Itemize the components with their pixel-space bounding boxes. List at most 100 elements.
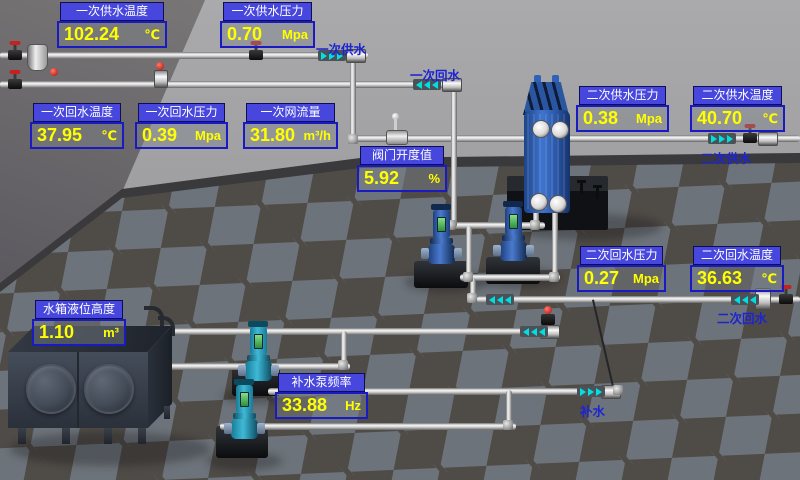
pipe-primary-supply xyxy=(0,52,368,59)
gauge-secondary-return-pressure: 二次回水压力 0.27 Mpa xyxy=(577,246,666,292)
gauge-primary-supply-pressure: 一次供水压力 0.70Mpa xyxy=(220,2,315,48)
flow-arrows-left xyxy=(731,294,759,305)
gauge-title: 一次供水压力 xyxy=(223,2,312,21)
gauge-dot xyxy=(50,68,58,76)
gauge-value-box: 31.80m³/h xyxy=(243,122,338,149)
gauge-title: 二次供水压力 xyxy=(579,86,666,105)
secondary-return-valve[interactable] xyxy=(779,294,793,304)
pipe-primary-return xyxy=(0,81,462,88)
exchanger-port xyxy=(549,195,567,213)
circulation-pump-2[interactable] xyxy=(499,201,527,261)
gauge-value: 0.27 xyxy=(584,268,619,289)
gauge-unit: m³/h xyxy=(300,128,331,143)
gauge-unit: Mpa xyxy=(191,128,221,143)
gauge-value-box: 40.70℃ xyxy=(690,105,785,132)
tank-manhole xyxy=(84,364,134,414)
pump-motor xyxy=(250,327,267,355)
gauge-primary-supply-temp: 一次供水温度 102.24℃ xyxy=(57,2,167,48)
gauge-title: 一次回水温度 xyxy=(33,103,121,122)
pump-motor xyxy=(433,210,450,238)
gauge-value: 33.88 xyxy=(282,395,327,416)
pump-indicator xyxy=(240,392,249,407)
pipe-tank-return xyxy=(148,328,558,335)
pipe-segment xyxy=(552,206,558,280)
pipe-elbow xyxy=(549,272,559,282)
gauge-value-box: 0.27 Mpa xyxy=(577,265,666,292)
gauge-title: 水箱液位高度 xyxy=(35,300,123,319)
gauge-title: 二次回水温度 xyxy=(693,246,781,265)
strainer-filter[interactable] xyxy=(27,44,48,71)
tank-leg xyxy=(104,428,112,444)
pipe-elbow xyxy=(530,220,540,230)
gauge-value: 0.70 xyxy=(227,24,262,45)
gauge-secondary-supply-pressure: 二次供水压力 0.38Mpa xyxy=(576,86,669,132)
gauge-unit: m³ xyxy=(99,325,119,340)
gauge-value-box: 33.88Hz xyxy=(275,392,368,419)
secondary-supply-valve[interactable] xyxy=(743,133,757,143)
gauge-value-box: 0.39 Mpa xyxy=(135,122,228,149)
pump-volute xyxy=(245,361,272,381)
flow-arrows-left xyxy=(486,294,514,305)
pump-volute xyxy=(231,419,258,439)
gauge-value: 40.70 xyxy=(697,108,742,129)
pump-motor xyxy=(505,207,522,235)
gauge-value-box: 0.70Mpa xyxy=(220,21,315,48)
gauge-dot xyxy=(156,62,164,70)
pump-indicator xyxy=(437,217,446,232)
shutoff-valve[interactable] xyxy=(249,50,263,60)
gauge-value: 0.38 xyxy=(583,108,618,129)
gauge-value-box: 0.38Mpa xyxy=(576,105,669,132)
exchanger-port xyxy=(530,193,548,211)
pump-indicator xyxy=(254,334,263,349)
gauge-value-box: 5.92% xyxy=(357,165,447,192)
gauge-value: 5.92 xyxy=(364,168,399,189)
tank-manhole xyxy=(26,364,76,414)
gauge-value: 0.39 xyxy=(142,125,177,146)
gauge-unit: ℃ xyxy=(97,128,117,144)
pump-volute xyxy=(500,241,527,261)
shutoff-valve[interactable] xyxy=(8,50,22,60)
pipe-label-primary-supply: 一次供水 xyxy=(316,39,366,58)
exchanger-port xyxy=(532,120,550,138)
gauge-primary-flow: 一次网流量 31.80m³/h xyxy=(243,103,338,149)
gauge-valve-opening: 阀门开度值 5.92% xyxy=(357,146,447,192)
gauge-title: 一次网流量 xyxy=(246,103,335,122)
gauge-unit: ℃ xyxy=(140,27,160,43)
gauge-value-box: 1.10m³ xyxy=(32,319,126,346)
gauge-title: 二次回水压力 xyxy=(580,246,663,265)
pipe-primary-drop xyxy=(350,56,356,140)
gauge-title: 补水泵频率 xyxy=(278,373,365,392)
tank-leg xyxy=(164,406,170,419)
shutoff-valve[interactable] xyxy=(8,79,22,89)
pipe-elbow xyxy=(503,420,513,430)
gauge-title: 二次供水温度 xyxy=(693,86,782,105)
tank-leg xyxy=(62,428,70,444)
pipe-support xyxy=(580,183,583,194)
pipe-elbow xyxy=(463,272,473,282)
circulation-pump-1[interactable] xyxy=(427,204,455,264)
pipe-coupling xyxy=(758,132,778,146)
pump-indicator xyxy=(509,214,518,229)
makeup-pump-1[interactable] xyxy=(244,321,272,381)
gauge-title: 阀门开度值 xyxy=(360,146,444,165)
pump-volute xyxy=(428,244,455,264)
tank-panel-seam xyxy=(77,352,79,428)
hmi-screen: 一次供水 一次回水 二次供水 二次回水 补水 一次供水温度 102.24℃ 一次… xyxy=(0,0,800,480)
flow-arrows-right xyxy=(708,133,736,144)
gauge-unit: Mpa xyxy=(629,271,659,286)
drain-valve[interactable] xyxy=(541,314,555,325)
gauge-makeup-pump-freq: 补水泵频率 33.88Hz xyxy=(275,373,368,419)
gauge-tank-level: 水箱液位高度 1.10m³ xyxy=(32,300,126,346)
exchanger-port xyxy=(551,121,569,139)
tank-leg xyxy=(138,428,146,444)
drain-valve-handle xyxy=(544,306,552,314)
makeup-pump-2[interactable] xyxy=(230,379,258,439)
control-valve[interactable] xyxy=(386,130,408,145)
pipe-elbow xyxy=(467,293,477,303)
pipe-primary-to-exchanger xyxy=(352,135,534,142)
gauge-unit: ℃ xyxy=(757,271,777,287)
gauge-primary-return-temp: 一次回水温度 37.95℃ xyxy=(30,103,124,149)
gauge-value-box: 37.95℃ xyxy=(30,122,124,149)
pipe-fitting xyxy=(154,70,168,88)
gauge-secondary-supply-temp: 二次供水温度 40.70℃ xyxy=(690,86,785,132)
